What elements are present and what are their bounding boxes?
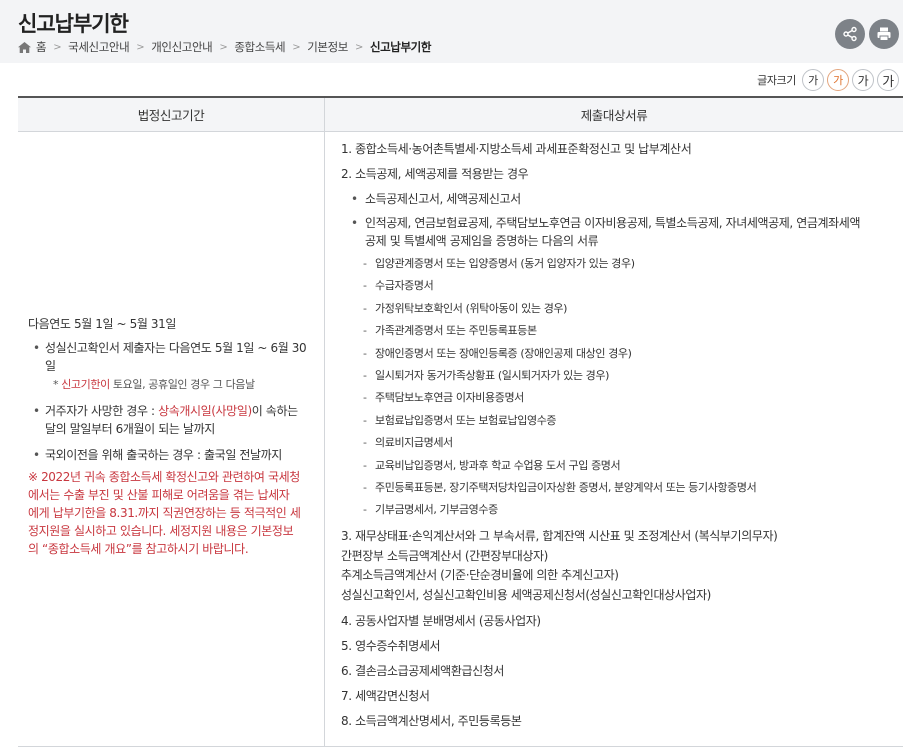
list-item: 수급자증명서 bbox=[341, 278, 899, 293]
table-row: 다음연도 5월 1일 ~ 5월 31일 성실신고확인서 제출자는 다음연도 5월… bbox=[18, 132, 903, 747]
period-text: 다음연도 5월 1일 ~ 5월 31일 bbox=[28, 317, 177, 331]
chevron-right-icon: > bbox=[354, 41, 363, 53]
notice-line: 에서는 수출 부진 및 산불 피해로 어려움을 겪는 납세자 bbox=[28, 488, 290, 502]
list-item: 7. 세액감면신청서 bbox=[341, 689, 430, 704]
list-item: 보험료납입증명서 또는 보험료납입영수증 bbox=[341, 413, 899, 428]
list-item: 4. 공동사업자별 분배명세서 (공동사업자) bbox=[341, 614, 541, 629]
home-icon[interactable] bbox=[18, 41, 31, 53]
font-size-smaller-button[interactable]: 가 bbox=[802, 69, 824, 91]
list-item: 3. 재무상태표·손익계산서와 그 부속서류, 합계잔액 시산표 및 조정계산서… bbox=[341, 527, 899, 605]
breadcrumb-basic-info[interactable]: 기본정보 bbox=[307, 39, 348, 55]
share-icon bbox=[843, 26, 857, 42]
list-item: 소득공제신고서, 세액공제신고서 bbox=[341, 190, 899, 208]
list-item-text: 일 bbox=[45, 359, 56, 373]
notice-line: 에게 납부기한을 8.31.까지 직권연장하는 등 적극적인 세 bbox=[28, 506, 301, 520]
list-item-text: 3. 재무상태표·손익계산서와 그 부속서류, 합계잔액 시산표 및 조정계산서… bbox=[341, 529, 778, 544]
filing-period-cell: 다음연도 5월 1일 ~ 5월 31일 성실신고확인서 제출자는 다음연도 5월… bbox=[18, 132, 325, 746]
text: 거주자가 사망한 경우 : bbox=[45, 404, 159, 418]
list-item: 1. 종합소득세·농어촌특별세·지방소득세 과세표준확정신고 및 납부계산서 bbox=[341, 142, 692, 156]
list-item: 8. 소득금액계산명세서, 주민등록등본 bbox=[341, 714, 522, 729]
font-size-largest-button[interactable]: 가 bbox=[877, 69, 899, 91]
list-item: 입양관계증명서 또는 입양증명서 (동거 입양자가 있는 경우) bbox=[341, 256, 899, 271]
text: 이 속하는 bbox=[251, 404, 298, 418]
list-item: 기부금명세서, 기부금영수증 bbox=[341, 502, 899, 517]
highlight-text: 상속개시일(사망일) bbox=[158, 404, 252, 418]
list-item: 거주자가 사망한 경우 : 상속개시일(사망일)이 속하는 달의 말일부터 6개… bbox=[28, 402, 318, 438]
list-item: 2. 소득공제, 세액공제를 적용받는 경우 bbox=[341, 167, 529, 181]
breadcrumb-tax-guide[interactable]: 국세신고안내 bbox=[68, 39, 129, 55]
share-button[interactable] bbox=[835, 19, 865, 49]
breadcrumb: 홈 > 국세신고안내 > 개인신고안내 > 종합소득세 > 기본정보 > 신고납… bbox=[18, 39, 431, 55]
list-item: 성실신고확인서 제출자는 다음연도 5월 1일 ~ 6월 30 일 * 신고기한… bbox=[28, 339, 318, 394]
notice-text: ※ 2022년 귀속 종합소득세 확정신고와 관련하여 국세청 에서는 수출 부… bbox=[28, 468, 318, 558]
note-text: 토요일, 공휴일인 경우 그 다음날 bbox=[109, 378, 255, 391]
table-header: 법정신고기간 제출대상서류 bbox=[18, 98, 903, 132]
font-size-label: 글자크기 bbox=[757, 74, 796, 87]
list-item: 인적공제, 연금보험료공제, 주택담보노후연금 이자비용공제, 특별소득공제, … bbox=[341, 214, 899, 250]
list-item: 국외이전을 위해 출국하는 경우 : 출국일 전날까지 bbox=[28, 446, 318, 464]
chevron-right-icon: > bbox=[136, 41, 145, 53]
breadcrumb-individual[interactable]: 개인신고안내 bbox=[151, 39, 212, 55]
chevron-right-icon: > bbox=[292, 41, 301, 53]
list-item: 가족관계증명서 또는 주민등록표등본 bbox=[341, 323, 899, 338]
notice-line: 의 “종합소득세 개요”를 참고하시기 바랍니다. bbox=[28, 542, 249, 556]
list-item-text: 달의 말일부터 6개월이 되는 날까지 bbox=[45, 422, 215, 436]
notice-line: ※ 2022년 귀속 종합소득세 확정신고와 관련하여 국세청 bbox=[28, 470, 300, 484]
list-item: 가정위탁보호확인서 (위탁아동이 있는 경우) bbox=[341, 301, 899, 316]
list-item: 주택담보노후연금 이자비용증명서 bbox=[341, 390, 899, 405]
notice-line: 정지원을 실시하고 있습니다. 세정지원 내용은 기본정보 bbox=[28, 524, 294, 538]
page-actions bbox=[835, 19, 899, 49]
font-size-control: 글자크기 가 가 가 가 bbox=[757, 69, 899, 91]
printer-icon bbox=[877, 27, 891, 41]
header-documents: 제출대상서류 bbox=[580, 108, 648, 123]
list-item-text: 공제 및 특별세액 공제임을 증명하는 다음의 서류 bbox=[365, 234, 599, 248]
list-item: 교육비납입증명서, 방과후 학교 수업용 도서 구입 증명서 bbox=[341, 458, 899, 473]
page-title: 신고납부기한 bbox=[18, 12, 129, 36]
list-item: 일시퇴거자 동거가족상황표 (일시퇴거자가 있는 경우) bbox=[341, 368, 899, 383]
list-item-text: 추계소득금액계산서 (기준·단순경비율에 의한 추계신고자) bbox=[341, 568, 619, 583]
list-item-text: 국외이전을 위해 출국하는 경우 : 출국일 전날까지 bbox=[45, 448, 282, 462]
chevron-right-icon: > bbox=[53, 41, 62, 53]
page-header: 신고납부기한 홈 > 국세신고안내 > 개인신고안내 > 종합소득세 > 기본정… bbox=[0, 0, 903, 63]
list-item-text: 간편장부 소득금액계산서 (간편장부대상자) bbox=[341, 548, 548, 563]
list-item: 5. 영수증수취명세서 bbox=[341, 639, 441, 654]
breadcrumb-income-tax[interactable]: 종합소득세 bbox=[234, 39, 285, 55]
note-highlight: 신고기한이 bbox=[61, 378, 110, 391]
font-size-larger-button[interactable]: 가 bbox=[852, 69, 874, 91]
font-size-default-button[interactable]: 가 bbox=[827, 69, 849, 91]
list-item: 장애인증명서 또는 장애인등록증 (장애인공제 대상인 경우) bbox=[341, 346, 899, 361]
list-item-text: 성실신고확인서 제출자는 다음연도 5월 1일 ~ 6월 30 bbox=[45, 341, 307, 355]
print-button[interactable] bbox=[869, 19, 899, 49]
list-item-text: 성실신고확인서, 성실신고확인비용 세액공제신청서(성실신고확인대상사업자) bbox=[341, 587, 711, 602]
list-item: 주민등록표등본, 장기주택저당차입금이자상환 증명서, 분양계약서 또는 등기사… bbox=[341, 480, 899, 495]
breadcrumb-current: 신고납부기한 bbox=[369, 40, 432, 54]
documents-cell: 1. 종합소득세·농어촌특별세·지방소득세 과세표준확정신고 및 납부계산서 2… bbox=[325, 132, 903, 746]
header-filing-period: 법정신고기간 bbox=[18, 98, 325, 131]
list-item-text: 거주자가 사망한 경우 : 상속개시일(사망일)이 속하는 bbox=[45, 402, 318, 420]
list-item-text: 인적공제, 연금보험료공제, 주택담보노후연금 이자비용공제, 특별소득공제, … bbox=[365, 216, 861, 230]
list-item: 6. 결손금소급공제세액환급신청서 bbox=[341, 664, 505, 679]
deadline-note: * 신고기한이 토요일, 공휴일인 경우 그 다음날 bbox=[45, 376, 318, 394]
breadcrumb-home[interactable]: 홈 bbox=[36, 39, 47, 55]
list-item: 의료비지급명세서 bbox=[341, 435, 899, 450]
chevron-right-icon: > bbox=[219, 41, 228, 53]
deadline-table: 법정신고기간 제출대상서류 다음연도 5월 1일 ~ 5월 31일 성실신고확인… bbox=[18, 96, 903, 747]
note-prefix: * bbox=[53, 378, 62, 391]
